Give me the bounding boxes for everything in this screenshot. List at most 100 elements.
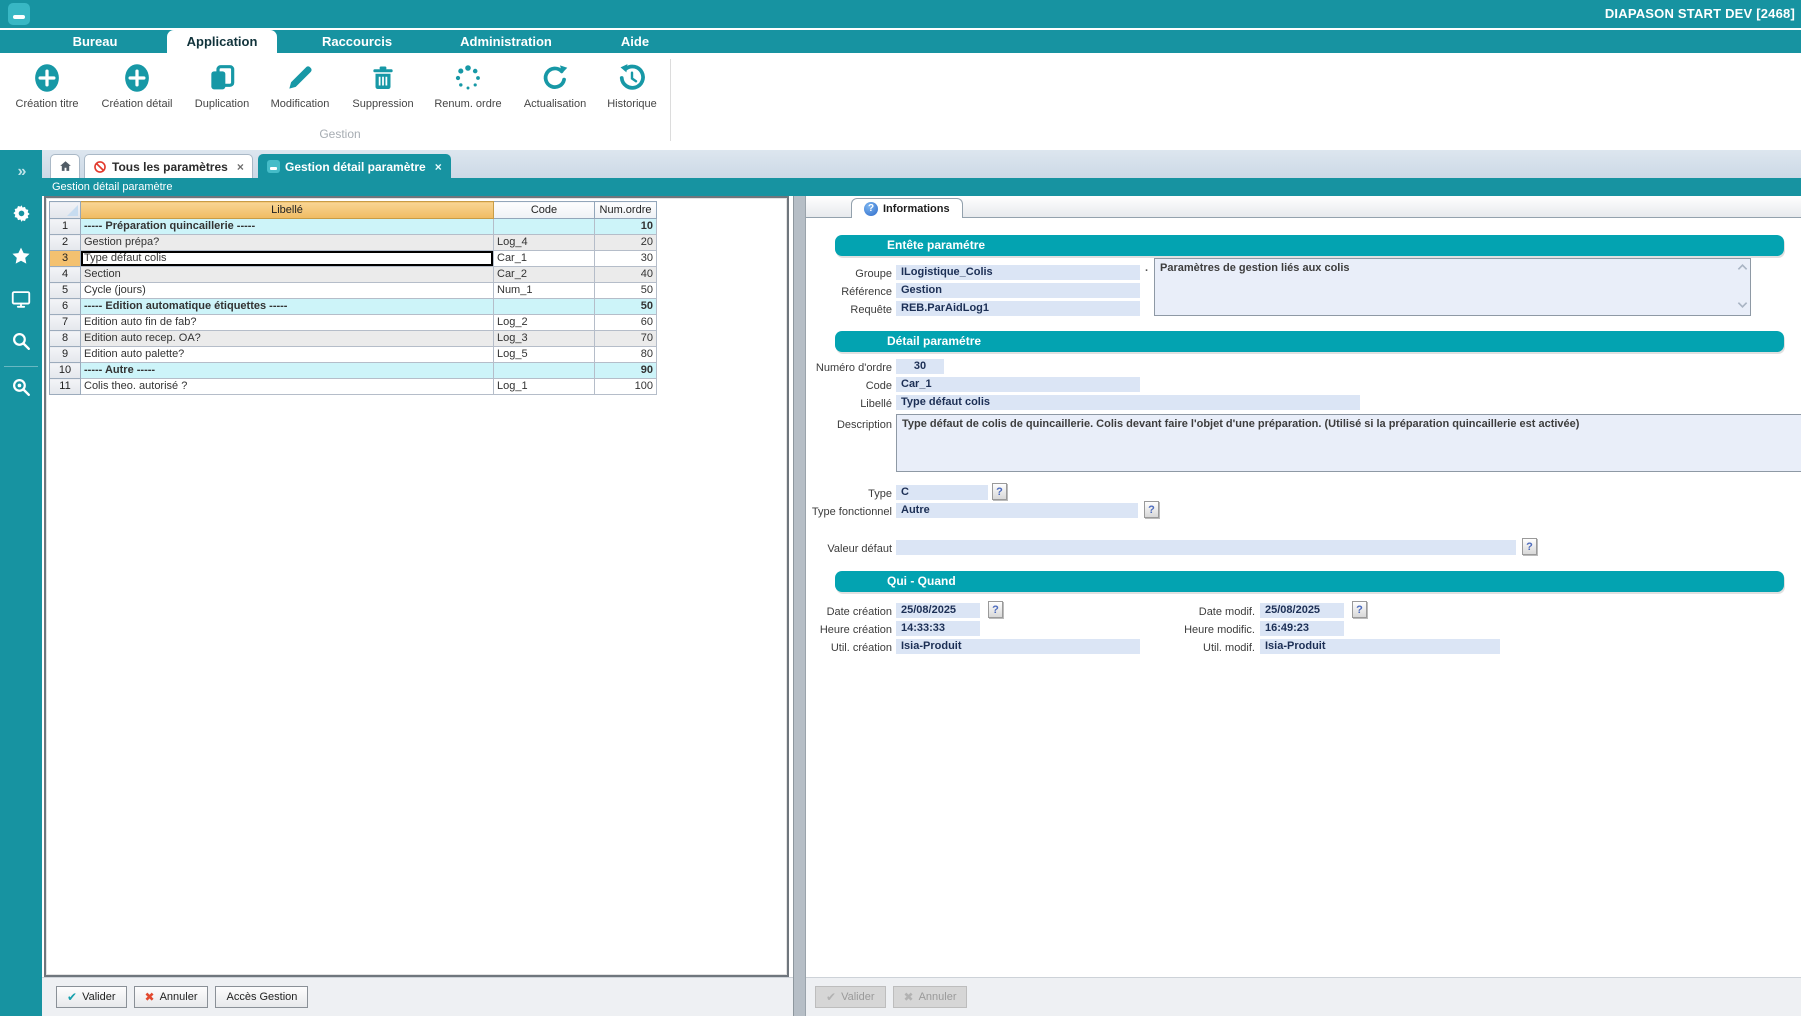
historique-button[interactable]: Historique bbox=[592, 60, 672, 110]
ordre-cell[interactable]: 90 bbox=[595, 363, 657, 379]
column-header-code[interactable]: Code bbox=[494, 202, 595, 219]
libelle-cell[interactable]: Type défaut colis bbox=[81, 251, 494, 267]
close-icon[interactable]: × bbox=[435, 160, 442, 174]
table-row[interactable]: 4SectionCar_240 bbox=[50, 267, 657, 283]
date-modif-lookup-button[interactable]: ? bbox=[1352, 601, 1367, 618]
code-cell[interactable]: Log_2 bbox=[494, 315, 595, 331]
table-row[interactable]: 5Cycle (jours)Num_150 bbox=[50, 283, 657, 299]
suppression-button[interactable]: Suppression bbox=[343, 60, 423, 110]
modification-button[interactable]: Modification bbox=[260, 60, 340, 110]
row-number-cell[interactable]: 5 bbox=[50, 283, 81, 299]
ordre-cell[interactable]: 70 bbox=[595, 331, 657, 347]
row-number-cell[interactable]: 8 bbox=[50, 331, 81, 347]
libelle-cell[interactable]: Cycle (jours) bbox=[81, 283, 494, 299]
libelle-cell[interactable]: Edition auto palette? bbox=[81, 347, 494, 363]
scroll-up-icon[interactable] bbox=[1737, 261, 1748, 275]
libelle-cell[interactable]: Section bbox=[81, 267, 494, 283]
date-creation-field[interactable]: 25/08/2025 bbox=[896, 603, 980, 618]
code-cell[interactable] bbox=[494, 363, 595, 379]
menu-tab-bureau[interactable]: Bureau bbox=[35, 30, 155, 53]
libelle-field[interactable]: Type défaut colis bbox=[896, 395, 1360, 410]
libelle-cell[interactable]: Gestion prépa? bbox=[81, 235, 494, 251]
table-row[interactable]: 7Edition auto fin de fab?Log_260 bbox=[50, 315, 657, 331]
numero-ordre-field[interactable]: 30 bbox=[896, 359, 944, 374]
ordre-cell[interactable]: 50 bbox=[595, 299, 657, 315]
column-header-libelle[interactable]: Libellé bbox=[81, 202, 494, 219]
code-cell[interactable]: Log_1 bbox=[494, 379, 595, 395]
row-number-cell[interactable]: 6 bbox=[50, 299, 81, 315]
heure-creation-field[interactable]: 14:33:33 bbox=[896, 621, 980, 636]
valider-button-disabled[interactable]: ✔ Valider bbox=[815, 986, 886, 1008]
ordre-cell[interactable]: 50 bbox=[595, 283, 657, 299]
scroll-down-icon[interactable] bbox=[1737, 299, 1748, 313]
libelle-cell[interactable]: Edition auto fin de fab? bbox=[81, 315, 494, 331]
code-cell[interactable] bbox=[494, 219, 595, 235]
type-lookup-button[interactable]: ? bbox=[992, 483, 1007, 500]
tab-informations[interactable]: ? Informations bbox=[851, 198, 963, 219]
select-all-corner[interactable] bbox=[50, 202, 81, 219]
search-pin-icon[interactable] bbox=[0, 376, 42, 401]
code-cell[interactable]: Num_1 bbox=[494, 283, 595, 299]
table-row[interactable]: 3Type défaut colisCar_130 bbox=[50, 251, 657, 267]
actualisation-button[interactable]: Actualisation bbox=[515, 60, 595, 110]
star-icon[interactable] bbox=[0, 245, 42, 270]
valider-button[interactable]: ✔ Valider bbox=[56, 986, 127, 1008]
chevrons-right-icon[interactable]: » bbox=[0, 163, 42, 181]
type-fonctionnel-field[interactable]: Autre bbox=[896, 503, 1138, 518]
row-number-cell[interactable]: 9 bbox=[50, 347, 81, 363]
creation-titre-button[interactable]: Création titre bbox=[7, 60, 87, 110]
panel-splitter[interactable] bbox=[793, 196, 806, 1016]
type-field[interactable]: C bbox=[896, 485, 988, 500]
annuler-button[interactable]: ✖ Annuler bbox=[134, 986, 209, 1008]
util-creation-field[interactable]: Isia-Produit bbox=[896, 639, 1140, 654]
ordre-cell[interactable]: 60 bbox=[595, 315, 657, 331]
menu-tab-raccourcis[interactable]: Raccourcis bbox=[297, 30, 417, 53]
ordre-cell[interactable]: 100 bbox=[595, 379, 657, 395]
date-creation-lookup-button[interactable]: ? bbox=[988, 601, 1003, 618]
type-fonctionnel-lookup-button[interactable]: ? bbox=[1144, 501, 1159, 518]
row-number-cell[interactable]: 11 bbox=[50, 379, 81, 395]
code-cell[interactable]: Log_4 bbox=[494, 235, 595, 251]
ordre-cell[interactable]: 40 bbox=[595, 267, 657, 283]
code-cell[interactable]: Car_1 bbox=[494, 251, 595, 267]
row-number-cell[interactable]: 7 bbox=[50, 315, 81, 331]
close-icon[interactable]: × bbox=[237, 160, 244, 174]
ordre-cell[interactable]: 30 bbox=[595, 251, 657, 267]
acces-gestion-button[interactable]: Accès Gestion bbox=[215, 986, 308, 1008]
ordre-cell[interactable]: 10 bbox=[595, 219, 657, 235]
tab-tous-les-parametres[interactable]: Tous les paramètres × bbox=[84, 154, 253, 178]
renum-ordre-button[interactable]: Renum. ordre bbox=[428, 60, 508, 110]
menu-tab-application[interactable]: Application bbox=[167, 30, 277, 53]
groupe-description-textarea[interactable]: Paramètres de gestion liés aux colis bbox=[1154, 258, 1751, 316]
row-number-cell[interactable]: 4 bbox=[50, 267, 81, 283]
requete-field[interactable]: REB.ParAidLog1 bbox=[896, 301, 1140, 316]
gear-icon[interactable] bbox=[0, 203, 42, 227]
date-modif-field[interactable]: 25/08/2025 bbox=[1260, 603, 1344, 618]
table-row[interactable]: 2Gestion prépa?Log_420 bbox=[50, 235, 657, 251]
libelle-cell[interactable]: Colis theo. autorisé ? bbox=[81, 379, 494, 395]
libelle-cell[interactable]: ----- Préparation quincaillerie ----- bbox=[81, 219, 494, 235]
code-cell[interactable]: Log_5 bbox=[494, 347, 595, 363]
code-cell[interactable]: Car_2 bbox=[494, 267, 595, 283]
reference-field[interactable]: Gestion bbox=[896, 283, 1140, 298]
groupe-field[interactable]: ILogistique_Colis bbox=[896, 265, 1140, 280]
row-number-cell[interactable]: 2 bbox=[50, 235, 81, 251]
table-row[interactable]: 10----- Autre -----90 bbox=[50, 363, 657, 379]
monitor-icon[interactable] bbox=[0, 288, 42, 313]
row-number-cell[interactable]: 1 bbox=[50, 219, 81, 235]
util-modif-field[interactable]: Isia-Produit bbox=[1260, 639, 1500, 654]
description-textarea[interactable]: Type défaut de colis de quincaillerie. C… bbox=[896, 414, 1801, 472]
code-field[interactable]: Car_1 bbox=[896, 377, 1140, 392]
search-icon[interactable] bbox=[0, 330, 42, 355]
menu-tab-administration[interactable]: Administration bbox=[446, 30, 566, 53]
annuler-button-disabled[interactable]: ✖ Annuler bbox=[893, 986, 968, 1008]
table-row[interactable]: 1----- Préparation quincaillerie ----- 10 bbox=[50, 219, 657, 235]
row-number-cell[interactable]: 3 bbox=[50, 251, 81, 267]
valeur-defaut-lookup-button[interactable]: ? bbox=[1522, 538, 1537, 555]
libelle-cell[interactable]: ----- Autre ----- bbox=[81, 363, 494, 379]
menu-tab-aide[interactable]: Aide bbox=[595, 30, 675, 53]
column-header-ordre[interactable]: Num.ordre bbox=[595, 202, 657, 219]
libelle-cell[interactable]: ----- Edition automatique étiquettes ---… bbox=[81, 299, 494, 315]
table-row[interactable]: 6----- Edition automatique étiquettes --… bbox=[50, 299, 657, 315]
table-row[interactable]: 9Edition auto palette?Log_580 bbox=[50, 347, 657, 363]
